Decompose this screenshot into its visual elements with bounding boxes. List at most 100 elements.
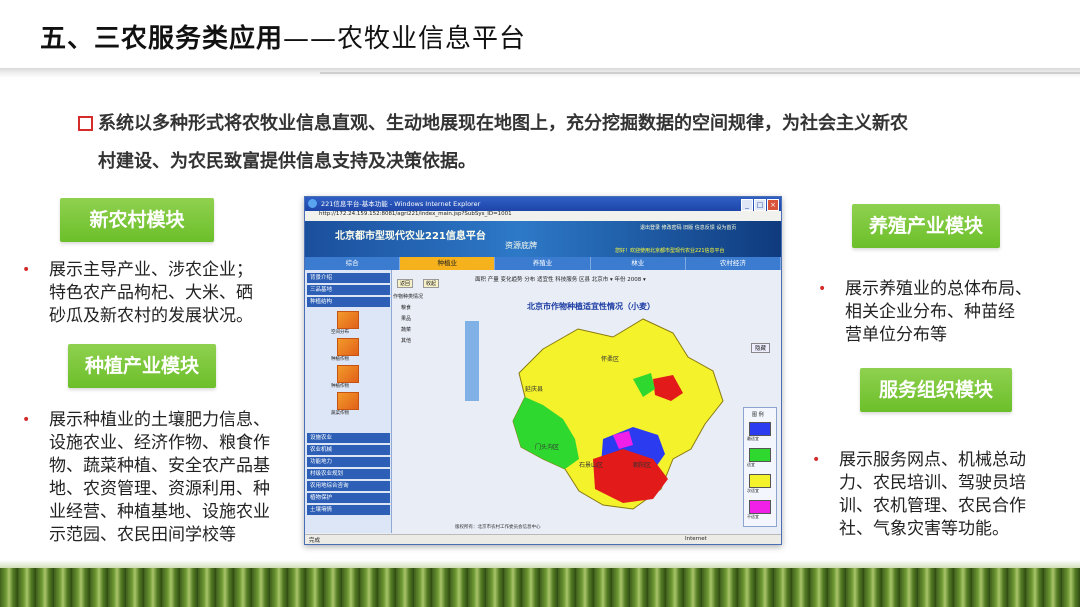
site-banner: 北京都市型现代农业221信息平台 资源底牌 退出登录 修改密码 旧版 信息反馈 …	[305, 221, 781, 257]
site-footer-note: 版权所有：北京市农村工作委员会信息中心	[455, 525, 541, 530]
legend-label: 适宜	[747, 462, 755, 467]
tree-header: 作物种类情况	[393, 294, 424, 300]
tree-item[interactable]: 蔬菜	[401, 326, 465, 333]
breeding-module-tag: 养殖产业模块	[852, 204, 1000, 248]
tree-item[interactable]: 果品	[401, 315, 465, 322]
sidebar-item[interactable]: 村级农业规划	[307, 469, 390, 479]
sidebar-icon-label: 空间分布	[331, 330, 349, 335]
nav-item-forestry[interactable]: 林业	[591, 257, 686, 270]
desc-line: 特色农产品枸杞、大米、硒	[49, 283, 253, 303]
desc-line: 地、农资管理、资源利用、种	[49, 479, 270, 499]
maximize-icon[interactable]: □	[754, 199, 766, 211]
window-titlebar: 221信息平台-基本功能 - Windows Internet Explorer…	[305, 197, 781, 211]
sidebar-icon-label: 蔬菜作物	[331, 411, 349, 416]
legend-swatch	[749, 422, 771, 436]
banner-title: 北京都市型现代农业221信息平台	[335, 231, 486, 242]
legend-label: 次适宜	[747, 488, 759, 493]
desc-line: 展示服务网点、机械总动	[839, 450, 1026, 470]
url-text: http://172.24.159.152:8081/agri221/index…	[319, 211, 512, 217]
ie-logo-icon	[308, 199, 317, 208]
intro-line-2: 村建设、为农民致富提供信息支持及决策依据。	[98, 151, 476, 172]
zone-text: Internet	[685, 536, 707, 542]
close-icon[interactable]: ×	[767, 199, 779, 211]
desc-line: 展示养殖业的总体布局、	[845, 279, 1032, 299]
header-line	[320, 72, 1080, 74]
desc-line: 设施农业、经济作物、粮食作	[49, 433, 270, 453]
sidebar-icon-label: 种植作物	[331, 384, 349, 389]
window-title: 221信息平台-基本功能 - Windows Internet Explorer	[321, 200, 481, 208]
vegetable-icon[interactable]	[337, 392, 359, 410]
sidebar-item[interactable]: 三品基地	[307, 285, 390, 295]
legend-swatch	[749, 500, 771, 514]
platform-screenshot-window: 221信息平台-基本功能 - Windows Internet Explorer…	[304, 196, 782, 545]
title-main: 五、三农服务类应用	[40, 24, 284, 54]
legend-label: 最适宜	[747, 436, 759, 441]
content-tabs[interactable]: 面积 产量 变化趋势 分布 适宜性 科技服务 区县 北京市 ▾ 年份 2008 …	[475, 275, 646, 283]
bullet-icon: •	[818, 281, 827, 297]
banner-subtitle: 资源底牌	[505, 241, 537, 250]
sidebar-item[interactable]: 设施农业	[307, 433, 390, 443]
tree-item[interactable]: 粮食	[401, 304, 465, 311]
page-title: 五、三农服务类应用——农牧业信息平台	[40, 18, 526, 55]
footer-field-image	[0, 568, 1080, 607]
service-description: • 展示服务网点、机械总动 力、农民培训、驾驶员培 训、农机管理、农民合作 社、…	[812, 449, 1062, 541]
planting-module-tag: 种植产业模块	[68, 344, 216, 388]
tree-item[interactable]: 其他	[401, 337, 465, 344]
map-label: 延庆县	[525, 385, 543, 393]
crop-icon[interactable]	[337, 338, 359, 356]
desc-line: 力、农民培训、驾驶员培	[839, 473, 1026, 493]
nav-item-overview[interactable]: 综合	[305, 257, 401, 270]
sidebar-item[interactable]: 植物保护	[307, 493, 390, 503]
nav-item-planting[interactable]: 种植业	[400, 257, 496, 270]
beijing-suitability-map[interactable]: 怀柔区 延庆县 门头沟区 石景山区 朝阳区	[483, 309, 743, 519]
map-label: 门头沟区	[535, 443, 559, 451]
status-bar: 完成 Internet	[305, 534, 781, 544]
desc-line: 砂瓜及新农村的发展状况。	[49, 306, 253, 326]
minimize-icon[interactable]: _	[741, 199, 753, 211]
title-sub: ——农牧业信息平台	[283, 24, 527, 54]
new-village-module-tag: 新农村模块	[60, 198, 214, 242]
crop-tree: 作物种类情况 粮食 果品 蔬菜 其他	[393, 287, 465, 367]
desc-line: 社、气象灾害等功能。	[839, 519, 1009, 539]
legend-swatch	[749, 448, 771, 462]
panel-toggle-strip[interactable]	[465, 321, 479, 401]
sidebar-item[interactable]: 种植结构	[307, 297, 390, 307]
service-module-tag: 服务组织模块	[860, 368, 1012, 412]
map-label: 石景山区	[579, 461, 603, 469]
crop-icon[interactable]	[337, 365, 359, 383]
desc-line: 营单位分布等	[845, 325, 947, 345]
nav-item-breeding[interactable]: 养殖业	[495, 257, 591, 270]
banner-welcome: 您好！欢迎使用北京都市型现代农业221信息平台	[615, 248, 725, 254]
legend-swatch	[749, 474, 771, 488]
banner-links[interactable]: 退出登录 修改密码 旧版 信息反馈 设为首页	[640, 224, 736, 231]
legend-label: 不适宜	[747, 514, 759, 519]
planting-description: • 展示种植业的土壤肥力信息、 设施农业、经济作物、粮食作 物、蔬菜种植、安全农…	[22, 409, 300, 547]
desc-line: 相关企业分布、种苗经	[845, 302, 1015, 322]
hide-button[interactable]: 隐藏	[751, 343, 771, 353]
desc-line: 示范园、农民田间学校等	[49, 525, 236, 545]
status-text: 完成	[309, 538, 321, 544]
breeding-description: • 展示养殖业的总体布局、 相关企业分布、种苗经 营单位分布等	[818, 278, 1058, 347]
desc-line: 业经营、种植基地、设施农业	[49, 502, 270, 522]
sidebar-item[interactable]: 土壤墒情	[307, 505, 390, 515]
sidebar-icon-label: 种植作物	[331, 357, 349, 362]
intro-line-1: 系统以多种形式将农牧业信息直观、生动地展现在地图上，充分挖掘数据的空间规律，为社…	[98, 113, 908, 134]
nav-item-rural-economy[interactable]: 农村经济	[686, 257, 781, 270]
legend-title: 图 例	[752, 412, 764, 418]
sidebar-item[interactable]: 功能地力	[307, 457, 390, 467]
bullet-icon: •	[22, 412, 31, 428]
sidebar-item[interactable]: 背景介绍	[307, 273, 390, 283]
map-label: 怀柔区	[601, 355, 619, 363]
bullet-icon: •	[812, 452, 821, 468]
desc-line: 展示主导产业、涉农企业；	[49, 260, 253, 280]
map-legend: 图 例 最适宜 适宜 次适宜 不适宜	[743, 407, 777, 527]
app-sidebar: 背景介绍 三品基地 种植结构 空间分布 种植作物 种植作物 蔬菜作物 设施农业 …	[305, 270, 392, 533]
main-nav: 综合 种植业 养殖业 林业 农村经济	[305, 257, 781, 270]
sidebar-item[interactable]: 农用地综合咨询	[307, 481, 390, 491]
new-village-description: • 展示主导产业、涉农企业； 特色农产品枸杞、大米、硒 砂瓜及新农村的发展状况。	[22, 259, 292, 328]
map-tool-icon[interactable]	[337, 311, 359, 329]
desc-line: 展示种植业的土壤肥力信息、	[49, 410, 270, 430]
sidebar-item[interactable]: 农业机械	[307, 445, 390, 455]
desc-line: 物、蔬菜种植、安全农产品基	[49, 456, 270, 476]
map-label: 朝阳区	[633, 461, 651, 469]
